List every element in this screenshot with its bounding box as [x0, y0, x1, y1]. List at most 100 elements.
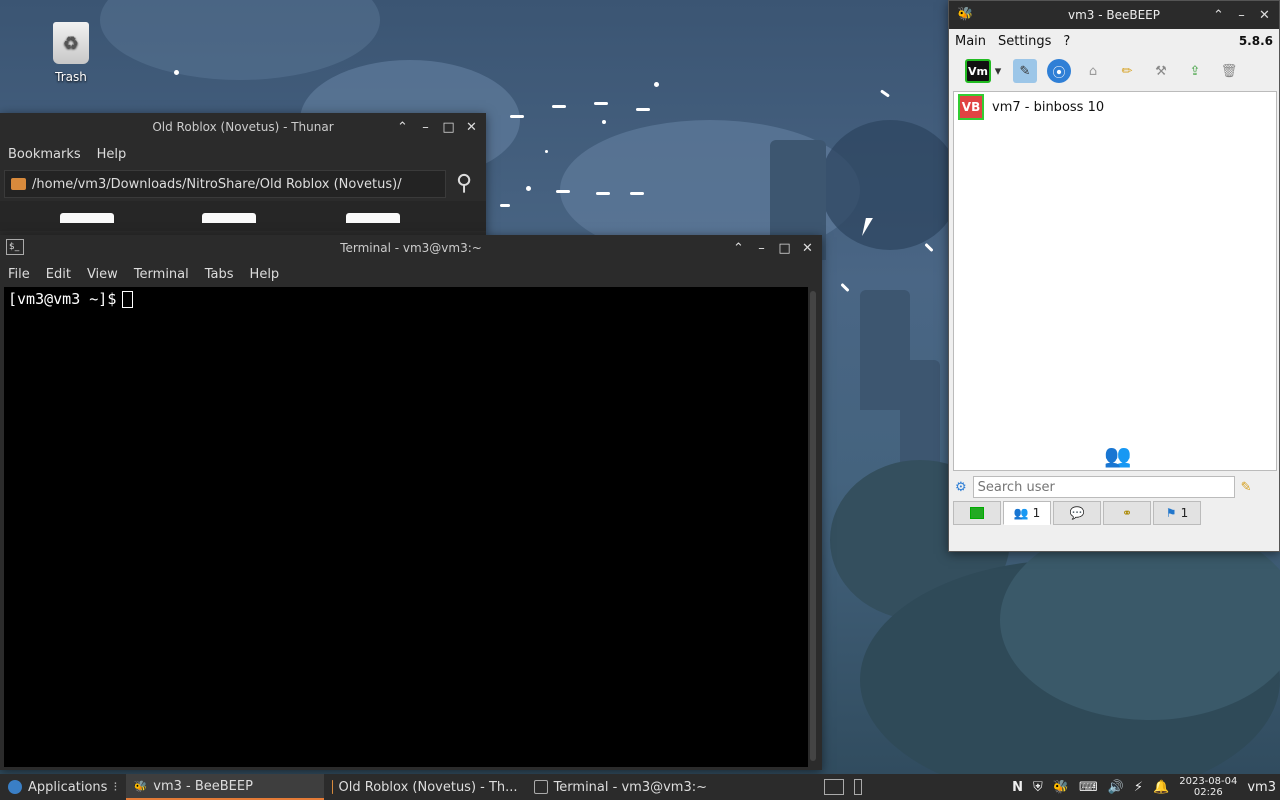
folder-icon[interactable] [202, 213, 256, 223]
task-terminal[interactable]: Terminal - vm3@vm3:~ [526, 774, 715, 800]
beebeep-tabs: 👥 1 💬 ⚭ ⚑ 1 [953, 501, 1201, 525]
chevron-down-icon[interactable]: ▾ [993, 59, 1003, 83]
tab-files[interactable]: ⚑ 1 [1153, 501, 1201, 525]
thunar-menu-bookmarks[interactable]: Bookmarks [0, 147, 89, 162]
applications-icon [8, 780, 22, 794]
folder-icon[interactable] [346, 213, 400, 223]
clock-date: 2023-08-04 [1179, 776, 1238, 787]
user-menu[interactable]: vm3 [1247, 780, 1276, 795]
terminal-menu-edit[interactable]: Edit [38, 267, 79, 282]
thunar-maximize-button[interactable]: □ [440, 119, 457, 136]
terminal-shade-button[interactable]: ⌃ [730, 240, 747, 257]
note-icon[interactable]: ✏ [1115, 59, 1139, 83]
thunar-close-button[interactable]: ✕ [463, 119, 480, 136]
keyboard-icon[interactable]: ⌨ [1079, 780, 1098, 795]
beebeep-shade-button[interactable]: ⌃ [1210, 7, 1227, 24]
groups-icon: ⚭ [1121, 506, 1133, 520]
beebeep-user-list: VB vm7 - binboss 10 👥 [953, 91, 1277, 471]
shield-icon[interactable]: ⛨ [1033, 780, 1043, 795]
terminal-output[interactable]: [vm3@vm3 ~]$ [4, 287, 808, 767]
users-icon: 👥 [1104, 444, 1132, 469]
home-icon[interactable]: ⌂ [1081, 59, 1105, 83]
terminal-title: Terminal - vm3@vm3:~ [340, 241, 482, 255]
folder-icon[interactable] [60, 213, 114, 223]
thunar-path-text: /home/vm3/Downloads/NitroShare/Old Roblo… [32, 176, 402, 192]
volume-icon[interactable]: 🔊 [1108, 780, 1124, 795]
bee-app-icon[interactable]: 🐝 [1053, 780, 1069, 795]
thunar-location-field[interactable]: /home/vm3/Downloads/NitroShare/Old Roblo… [4, 170, 446, 198]
power-icon[interactable]: ⚡ [1134, 780, 1143, 795]
thunar-window: Old Roblox (Novetus) - Thunar ⌃ – □ ✕ Bo… [0, 113, 486, 238]
tools-icon[interactable]: ⚒ [1149, 59, 1173, 83]
terminal-icon[interactable] [824, 779, 845, 795]
beebeep-minimize-button[interactable]: – [1233, 7, 1250, 24]
terminal-titlebar[interactable]: $_ Terminal - vm3@vm3:~ ⌃ – □ ✕ [0, 235, 822, 261]
task-thunar[interactable]: Old Roblox (Novetus) - Th... [324, 774, 526, 800]
task-beebeep[interactable]: 🐝 vm3 - BeeBEEP [125, 774, 324, 800]
nitroshare-icon[interactable]: N [1012, 780, 1023, 795]
separator-icon: ⁝ [113, 779, 118, 795]
terminal-menu-tabs[interactable]: Tabs [197, 267, 242, 282]
clear-search-icon[interactable]: ✎ [1241, 480, 1252, 495]
terminal-close-button[interactable]: ✕ [799, 240, 816, 257]
tab-home[interactable] [953, 501, 1001, 525]
trash-icon[interactable]: 🗑 [1217, 59, 1241, 83]
network-icon[interactable]: ⦿ [1047, 59, 1071, 83]
status-vm-button[interactable]: Vm [965, 59, 991, 83]
thunar-minimize-button[interactable]: – [417, 119, 434, 136]
desktop-trash-icon[interactable]: ♻ Trash [40, 22, 102, 84]
thunar-titlebar[interactable]: Old Roblox (Novetus) - Thunar ⌃ – □ ✕ [0, 113, 486, 141]
thunar-menu-help[interactable]: Help [89, 147, 135, 162]
applications-menu-button[interactable]: Applications ⁝ [0, 774, 126, 800]
applications-label: Applications [28, 779, 108, 795]
users-icon: 👥 [1013, 506, 1029, 520]
chat-icon: 💬 [1069, 506, 1085, 520]
profile-edit-icon[interactable]: ✎ [1013, 59, 1037, 83]
clock-time: 02:26 [1193, 787, 1223, 798]
bee-app-icon[interactable]: 🐝 [957, 7, 975, 23]
files-icon: ⚑ [1165, 506, 1177, 520]
system-tray: N ⛨ 🐝 ⌨ 🔊 ⚡ 🔔 2023-08-04 02:26 vm3 [824, 776, 1280, 798]
network-icon: ⚙ [955, 479, 967, 495]
user-name: vm7 - binboss 10 [992, 99, 1105, 115]
search-user-input[interactable] [972, 476, 1235, 498]
terminal-scrollbar[interactable] [810, 291, 816, 761]
beebeep-menu-settings[interactable]: Settings [992, 34, 1057, 49]
task-terminal-label: Terminal - vm3@vm3:~ [553, 779, 707, 795]
beebeep-window: 🐝 vm3 - BeeBEEP ⌃ – ✕ Main Settings ? 5.… [948, 0, 1280, 552]
bee-app-icon: 🐝 [133, 779, 148, 793]
clock[interactable]: 2023-08-04 02:26 [1179, 776, 1237, 798]
user-avatar: VB [958, 94, 984, 120]
tab-files-count: 1 [1180, 506, 1189, 520]
tab-users-count: 1 [1032, 506, 1041, 520]
beebeep-close-button[interactable]: ✕ [1256, 7, 1273, 24]
terminal-maximize-button[interactable]: □ [776, 240, 793, 257]
folder-icon [331, 780, 333, 794]
notification-bell-icon[interactable]: 🔔 [1153, 780, 1169, 795]
beebeep-menu-help[interactable]: ? [1057, 34, 1076, 49]
terminal-window: $_ Terminal - vm3@vm3:~ ⌃ – □ ✕ File Edi… [0, 235, 822, 770]
thunar-menubar: Bookmarks Help [0, 141, 486, 167]
user-list-item[interactable]: VB vm7 - binboss 10 [954, 92, 1276, 122]
terminal-icon [970, 507, 984, 519]
terminal-menu-file[interactable]: File [0, 267, 38, 282]
terminal-menu-help[interactable]: Help [242, 267, 288, 282]
tab-chats[interactable]: 💬 [1053, 501, 1101, 525]
terminal-minimize-button[interactable]: – [753, 240, 770, 257]
beebeep-menu-main[interactable]: Main [949, 34, 992, 49]
tab-users[interactable]: 👥 1 [1003, 501, 1051, 525]
search-icon[interactable]: ⚲ [446, 170, 482, 198]
terminal-menu-terminal[interactable]: Terminal [126, 267, 197, 282]
terminal-menubar: File Edit View Terminal Tabs Help [0, 261, 822, 287]
share-folder-icon[interactable]: ⇪ [1183, 59, 1207, 83]
workspace-icon[interactable] [854, 779, 863, 795]
beebeep-toolbar: Vm ▾ ✎ ⦿ ⌂ ✏ ⚒ ⇪ 🗑 [949, 53, 1279, 89]
thunar-shade-button[interactable]: ⌃ [394, 119, 411, 136]
terminal-app-icon[interactable]: $_ [6, 239, 24, 255]
thunar-file-view [0, 201, 486, 231]
tab-groups[interactable]: ⚭ [1103, 501, 1151, 525]
beebeep-titlebar[interactable]: 🐝 vm3 - BeeBEEP ⌃ – ✕ [949, 1, 1279, 29]
terminal-menu-view[interactable]: View [79, 267, 126, 282]
terminal-cursor [122, 291, 134, 308]
beebeep-menubar: Main Settings ? 5.8.6 [949, 29, 1279, 53]
